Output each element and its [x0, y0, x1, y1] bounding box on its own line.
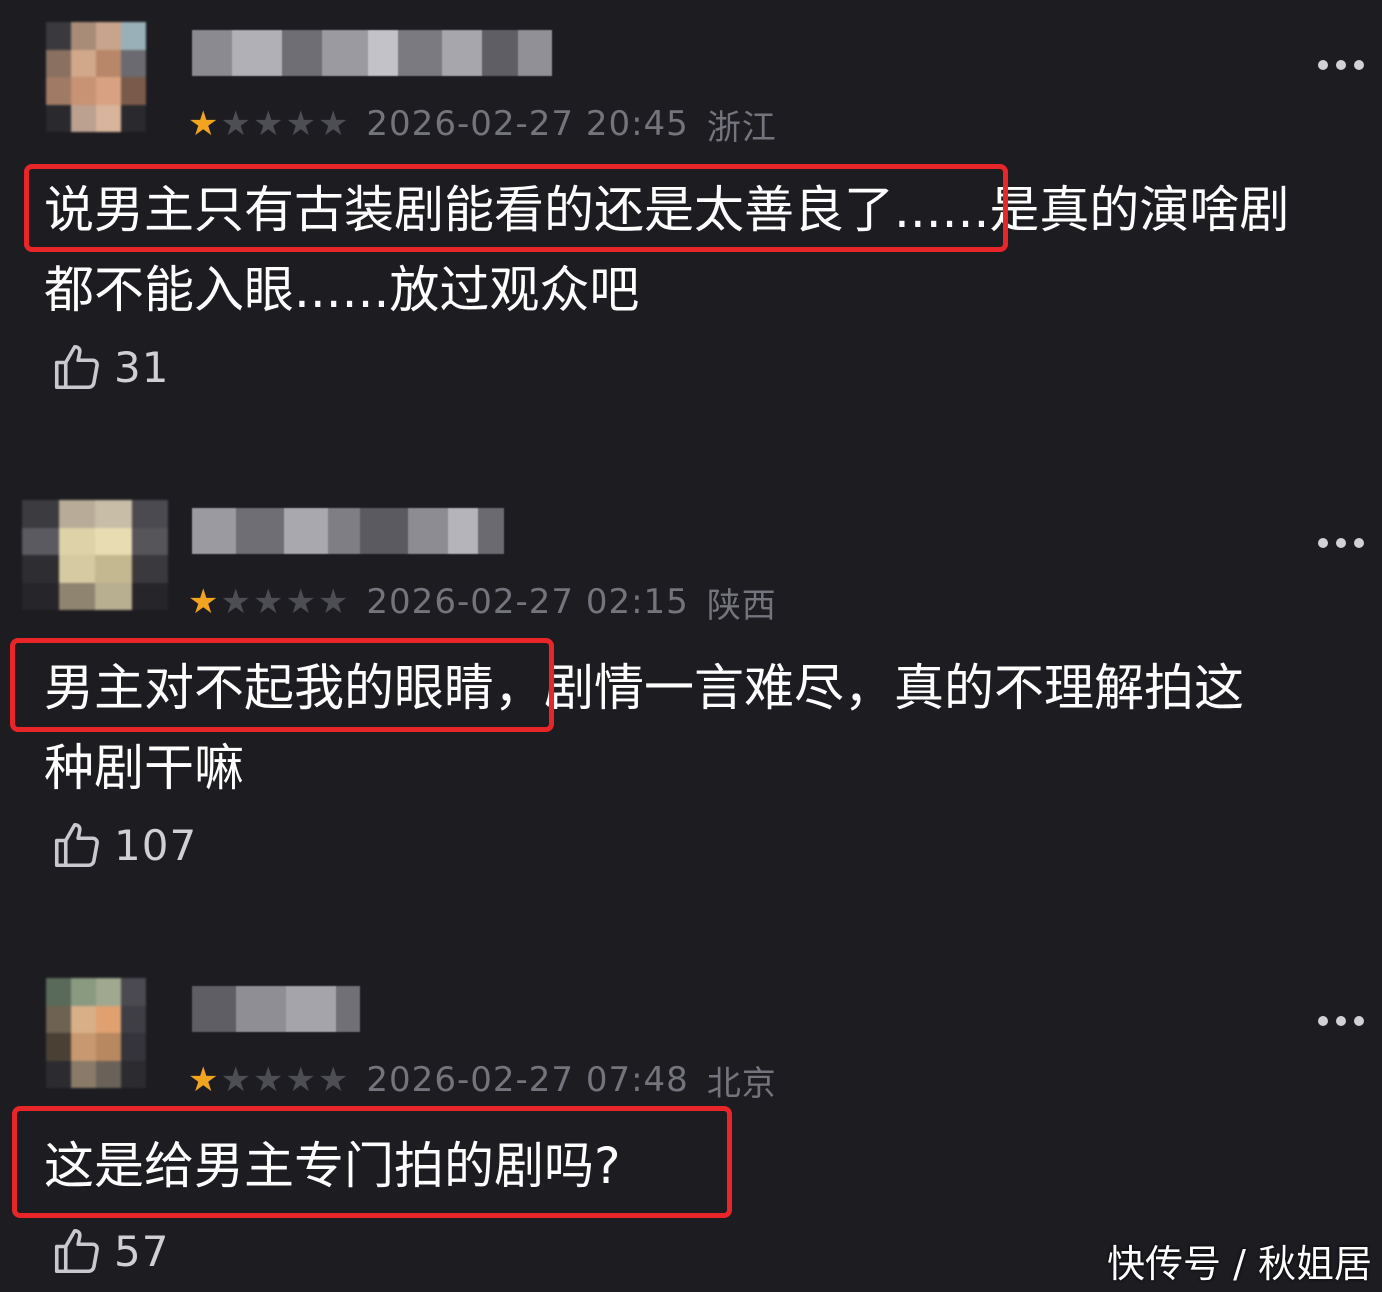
watermark: 快传号 / 秋姐居 [1107, 1242, 1372, 1286]
star-empty-icon: ★ [252, 104, 284, 144]
comment-card-1: ★ ★ ★ ★ ★ 2026-02-27 20:45 浙江 说男主只有古装剧能看… [0, 0, 1382, 470]
comment-card-2: ★ ★ ★ ★ ★ 2026-02-27 02:15 陕西 男主对不起我的眼睛，… [0, 478, 1382, 948]
like-count: 57 [114, 1226, 170, 1276]
star-filled-icon: ★ [188, 1060, 219, 1100]
avatar[interactable] [46, 978, 146, 1088]
more-options-icon[interactable] [1318, 538, 1364, 548]
highlight-box [12, 1106, 732, 1218]
rating-stars: ★ ★ ★ ★ ★ [188, 585, 348, 619]
comment-location: 陕西 [706, 585, 777, 626]
comment-date: 2026-02-27 02:15 [366, 582, 689, 622]
thumbs-up-icon [54, 1228, 99, 1274]
like-count: 107 [114, 820, 198, 870]
highlight-box [24, 164, 1008, 252]
comment-location: 浙江 [706, 107, 777, 148]
star-empty-icon: ★ [220, 582, 251, 622]
username-blurred[interactable] [192, 30, 552, 76]
star-empty-icon: ★ [252, 1060, 284, 1100]
star-filled-icon: ★ [188, 104, 219, 144]
highlight-box [10, 638, 554, 732]
rating-stars: ★ ★ ★ ★ ★ [188, 1063, 348, 1097]
like-button[interactable]: 31 [50, 340, 169, 394]
comment-meta: ★ ★ ★ ★ ★ 2026-02-27 20:45 浙江 [188, 102, 777, 148]
star-empty-icon: ★ [285, 582, 316, 622]
star-empty-icon: ★ [317, 1060, 349, 1100]
star-filled-icon: ★ [188, 582, 219, 622]
star-empty-icon: ★ [220, 1060, 251, 1100]
comment-meta: ★ ★ ★ ★ ★ 2026-02-27 07:48 北京 [188, 1058, 777, 1104]
comment-location: 北京 [706, 1063, 777, 1104]
thumbs-up-icon [54, 822, 99, 868]
like-button[interactable]: 107 [50, 818, 197, 872]
avatar[interactable] [22, 500, 168, 610]
username-blurred[interactable] [192, 986, 360, 1032]
more-options-icon[interactable] [1318, 60, 1364, 70]
username-blurred[interactable] [192, 508, 504, 554]
comment-date: 2026-02-27 07:48 [366, 1060, 689, 1100]
rating-stars: ★ ★ ★ ★ ★ [188, 107, 348, 141]
star-empty-icon: ★ [252, 582, 284, 622]
comment-meta: ★ ★ ★ ★ ★ 2026-02-27 02:15 陕西 [188, 580, 777, 626]
comment-text-line: 都不能入眼......放过观众吧 [44, 261, 640, 319]
star-empty-icon: ★ [285, 1060, 316, 1100]
star-empty-icon: ★ [220, 104, 251, 144]
like-button[interactable]: 57 [50, 1224, 169, 1278]
avatar[interactable] [46, 22, 146, 132]
star-empty-icon: ★ [317, 582, 349, 622]
like-count: 31 [114, 342, 170, 392]
star-empty-icon: ★ [285, 104, 316, 144]
comment-text-line: 种剧干嘛 [44, 739, 244, 797]
more-options-icon[interactable] [1318, 1016, 1364, 1026]
star-empty-icon: ★ [317, 104, 349, 144]
comment-date: 2026-02-27 20:45 [366, 104, 689, 144]
thumbs-up-icon [54, 344, 99, 390]
